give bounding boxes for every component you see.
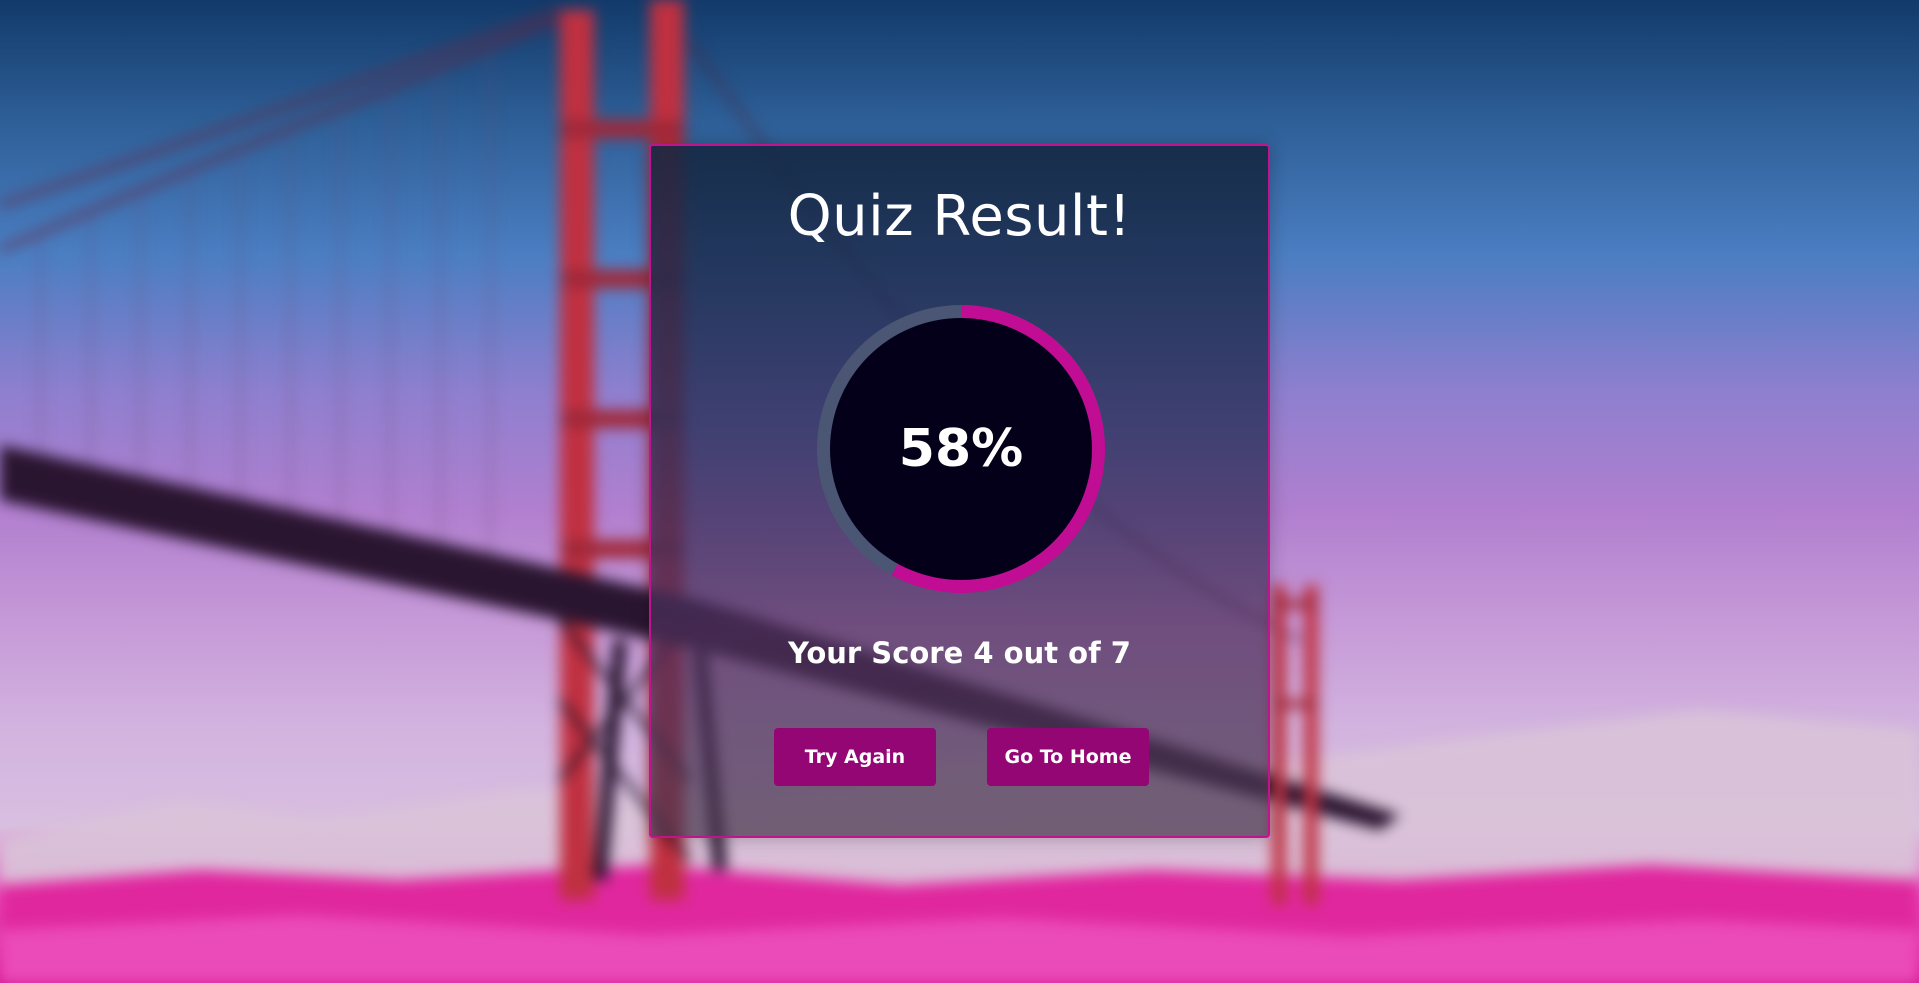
percent-label: 58% xyxy=(898,419,1024,479)
quiz-result-card: Quiz Result! 58% Your Score 4 out of 7 T… xyxy=(649,144,1270,838)
score-text: Your Score 4 out of 7 xyxy=(788,636,1131,670)
result-title: Quiz Result! xyxy=(787,184,1132,249)
score-progress-ring: 58% xyxy=(804,292,1118,606)
try-again-button[interactable]: Try Again xyxy=(774,728,936,786)
go-to-home-button[interactable]: Go To Home xyxy=(987,728,1149,786)
